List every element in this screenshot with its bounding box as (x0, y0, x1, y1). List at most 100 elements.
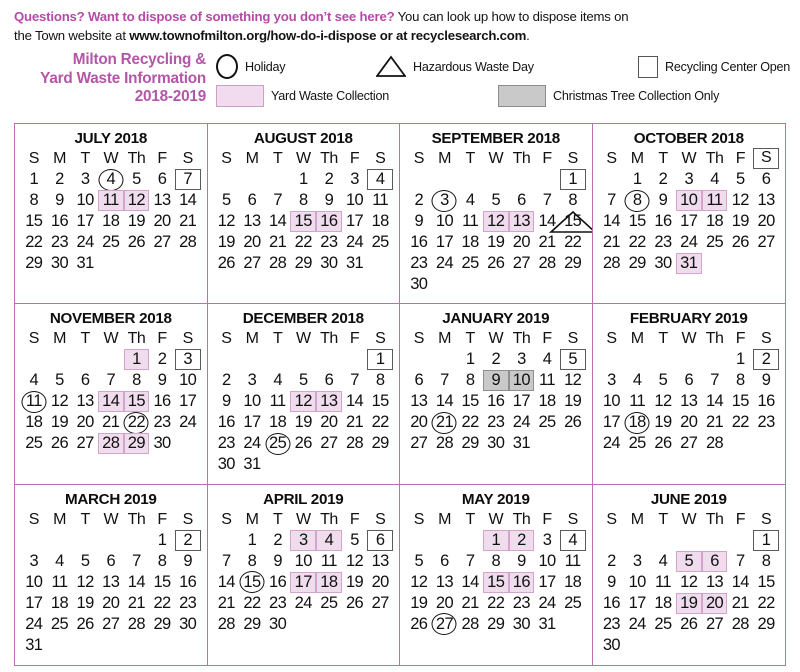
day-cell[interactable]: 27 (149, 232, 175, 253)
day-cell[interactable]: 25 (47, 614, 73, 635)
day-cell[interactable]: 24 (239, 433, 265, 454)
day-cell[interactable]: 16 (175, 572, 201, 593)
day-cell[interactable]: 30 (47, 253, 73, 274)
day-cell[interactable]: 17 (239, 412, 265, 433)
day-cell[interactable]: 16 (599, 593, 625, 614)
day-cell[interactable]: 20 (701, 592, 728, 614)
day-cell[interactable]: 25 (534, 412, 560, 433)
day-cell[interactable]: 4 (702, 169, 728, 190)
day-cell[interactable]: 20 (509, 232, 535, 253)
day-cell[interactable]: 25 (624, 433, 650, 454)
day-cell[interactable]: 31 (509, 433, 535, 454)
day-cell[interactable]: 18 (457, 232, 483, 253)
day-cell[interactable]: 19 (650, 412, 676, 433)
day-cell[interactable]: 3 (624, 551, 650, 572)
day-cell[interactable]: 17 (432, 232, 458, 253)
day-cell[interactable]: 9 (149, 370, 175, 391)
day-cell[interactable]: 13 (149, 190, 175, 211)
day-cell[interactable]: 2 (149, 349, 175, 370)
day-cell[interactable]: 14 (457, 572, 483, 593)
day-cell[interactable]: 15 (21, 211, 47, 232)
day-cell[interactable]: 5 (675, 550, 702, 572)
day-cell[interactable]: 21 (727, 593, 753, 614)
day-cell[interactable]: 13 (239, 211, 265, 232)
day-cell[interactable]: 17 (509, 391, 535, 412)
day-cell[interactable]: 15 (457, 391, 483, 412)
day-cell[interactable]: 11 (47, 572, 73, 593)
day-cell[interactable]: 20 (406, 412, 432, 433)
day-cell[interactable]: 5 (727, 169, 753, 190)
day-cell[interactable]: 14 (97, 391, 124, 413)
day-cell[interactable]: 14 (342, 391, 368, 412)
day-cell[interactable]: 20 (753, 211, 779, 232)
day-cell[interactable]: 21 (265, 232, 291, 253)
day-cell[interactable]: 13 (676, 391, 702, 412)
day-cell[interactable]: 1 (482, 529, 509, 551)
day-cell[interactable]: 13 (702, 572, 728, 593)
day-cell[interactable]: 7 (265, 190, 291, 211)
day-cell[interactable]: 31 (675, 253, 702, 274)
day-cell[interactable]: 3 (21, 551, 47, 572)
day-cell[interactable]: 13 (753, 190, 779, 211)
day-cell[interactable]: 31 (72, 253, 98, 274)
day-cell[interactable]: 26 (650, 433, 676, 454)
day-cell[interactable]: 22 (457, 412, 483, 433)
day-cell[interactable]: 14 (175, 190, 201, 211)
day-cell[interactable]: 28 (265, 253, 291, 274)
day-cell[interactable]: 7 (432, 370, 458, 391)
day-cell[interactable]: 22 (727, 412, 753, 433)
day-cell[interactable]: 7 (98, 370, 124, 391)
day-cell[interactable]: 8 (149, 551, 175, 572)
day-cell[interactable]: 10 (534, 551, 560, 572)
day-cell[interactable]: 28 (97, 433, 124, 455)
day-cell[interactable]: 11 (701, 190, 728, 211)
day-cell[interactable]: 8 (483, 551, 509, 572)
day-cell[interactable]: 20 (316, 412, 342, 433)
day-cell[interactable]: 22 (149, 593, 175, 614)
day-cell[interactable]: 8 (560, 190, 586, 211)
day-cell[interactable]: 20 (432, 593, 458, 614)
day-cell[interactable]: 6 (509, 190, 535, 211)
day-cell[interactable]: 10 (599, 391, 625, 412)
day-cell[interactable]: 21 (599, 232, 625, 253)
day-cell[interactable]: 22 (367, 412, 393, 433)
day-cell[interactable]: 24 (21, 614, 47, 635)
day-cell[interactable]: 23 (149, 412, 175, 433)
day-cell[interactable]: 24 (624, 614, 650, 635)
day-cell[interactable]: 6 (149, 169, 175, 190)
day-cell[interactable]: 22 (290, 232, 316, 253)
day-cell[interactable]: 23 (47, 232, 73, 253)
day-cell[interactable]: 12 (290, 391, 317, 413)
day-cell[interactable]: 12 (482, 211, 509, 232)
day-cell[interactable]: 25 (650, 614, 676, 635)
day-cell[interactable]: 4 (559, 529, 586, 551)
day-cell[interactable]: 30 (599, 635, 625, 656)
day-cell[interactable]: 20 (149, 211, 175, 232)
day-cell[interactable]: 8 (624, 189, 650, 212)
day-cell[interactable]: 20 (98, 593, 124, 614)
day-cell[interactable]: 23 (265, 593, 291, 614)
day-cell[interactable]: 26 (72, 614, 98, 635)
day-cell[interactable]: 13 (72, 391, 98, 412)
day-cell[interactable]: 15 (482, 571, 509, 593)
day-cell[interactable]: 4 (624, 370, 650, 391)
day-cell[interactable]: 14 (214, 572, 240, 593)
day-cell[interactable]: 10 (175, 370, 201, 391)
day-cell[interactable]: 3 (72, 169, 98, 190)
day-cell[interactable]: 10 (290, 551, 316, 572)
day-cell[interactable]: 16 (265, 572, 291, 593)
day-cell[interactable]: 13 (508, 211, 535, 232)
day-cell[interactable]: 30 (509, 614, 535, 635)
day-cell[interactable]: 8 (457, 370, 483, 391)
day-cell[interactable]: 5 (483, 190, 509, 211)
day-cell[interactable]: 27 (72, 433, 98, 454)
day-cell[interactable]: 2 (406, 190, 432, 211)
day-cell[interactable]: 1 (753, 529, 779, 551)
day-cell[interactable]: 8 (21, 190, 47, 211)
day-cell[interactable]: 11 (624, 391, 650, 412)
day-cell[interactable]: 25 (98, 232, 124, 253)
day-cell[interactable]: 24 (342, 232, 368, 253)
day-cell[interactable]: 15 (548, 210, 592, 233)
day-cell[interactable]: 13 (432, 572, 458, 593)
day-cell[interactable]: 12 (123, 190, 150, 211)
